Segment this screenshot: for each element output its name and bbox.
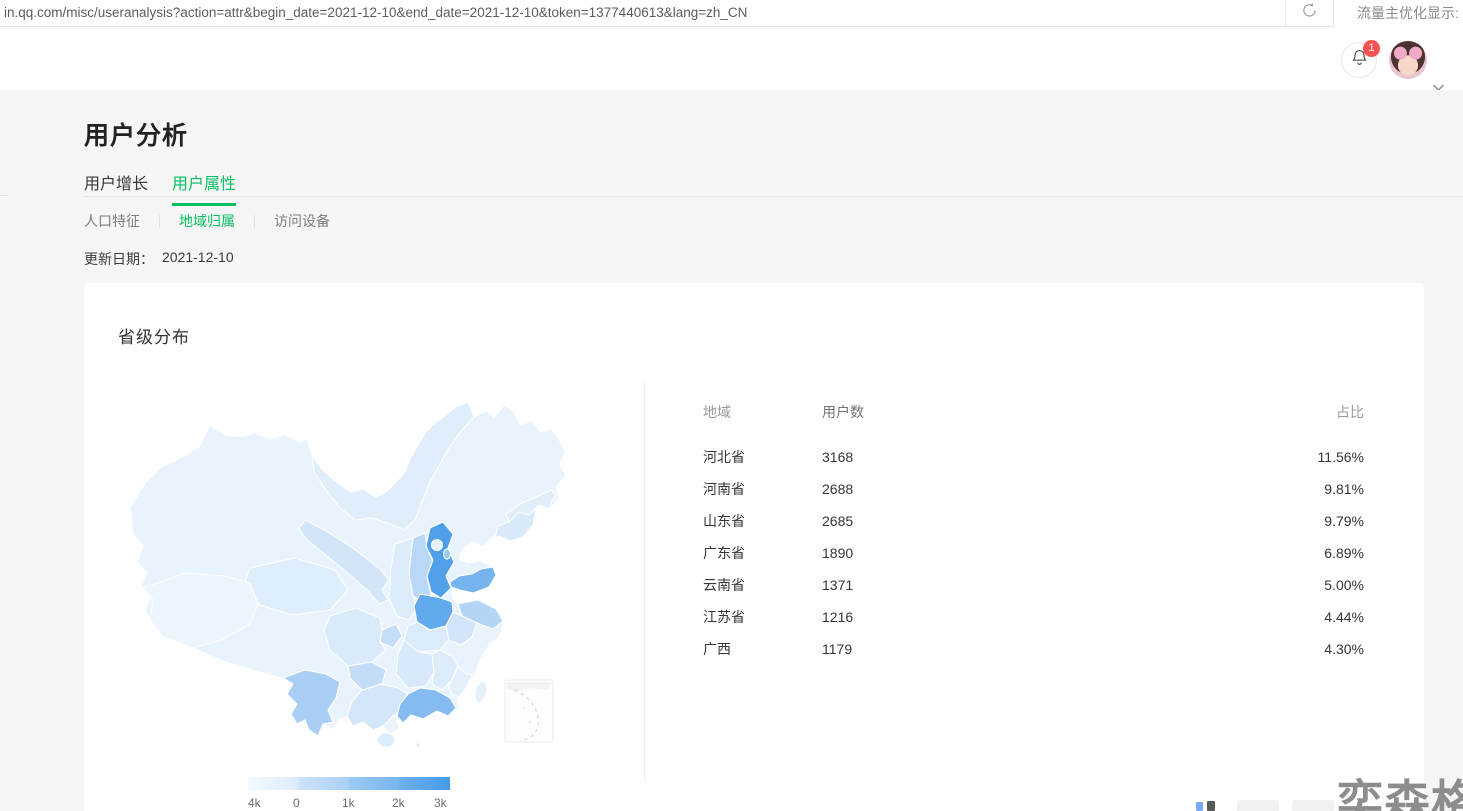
cell-share: 6.89% bbox=[1324, 545, 1364, 561]
table-header-row: 地域 用户数 占比 bbox=[703, 403, 1364, 421]
cell-users: 3168 bbox=[822, 449, 854, 465]
pagination-next-button-fragment[interactable] bbox=[1292, 800, 1334, 811]
table-row[interactable]: 云南省 1371 5.00% bbox=[703, 569, 1364, 601]
cell-region: 广东省 bbox=[703, 545, 745, 561]
refresh-icon bbox=[1301, 2, 1318, 24]
legend-tick: 4k bbox=[248, 796, 261, 810]
header-users: 用户数 bbox=[822, 404, 864, 420]
update-date-value: 2021-12-10 bbox=[162, 249, 234, 265]
watermark-text: 奕森格 bbox=[1337, 776, 1463, 811]
tab[interactable]: 用户属性 bbox=[172, 170, 237, 206]
table-row[interactable]: 广西 1179 4.30% bbox=[703, 633, 1364, 665]
table-row[interactable]: 江苏省 1216 4.44% bbox=[703, 601, 1364, 633]
update-date-label: 更新日期： bbox=[84, 251, 154, 267]
map-inset-south-china-sea bbox=[504, 679, 554, 743]
pagination-fragment-icon[interactable] bbox=[1196, 802, 1203, 811]
legend-tick: 0 bbox=[293, 796, 300, 810]
legend-tick: 1k bbox=[342, 796, 355, 810]
table-row[interactable]: 河南省 2688 9.81% bbox=[703, 473, 1364, 505]
subtab[interactable]: 人口特征 bbox=[84, 211, 140, 231]
legend-tick: 3k bbox=[434, 796, 447, 810]
url-bar[interactable]: in.qq.com/misc/useranalysis?action=attr&… bbox=[0, 0, 1334, 27]
update-date-row: 更新日期： 2021-12-10 bbox=[84, 249, 234, 269]
header-share: 占比 bbox=[1336, 404, 1364, 420]
table-body: 河北省 3168 11.56% 河南省 2688 9.81% 山东省 2685 … bbox=[703, 441, 1364, 665]
subtab[interactable]: 访问设备 bbox=[235, 211, 330, 231]
url-text[interactable]: in.qq.com/misc/useranalysis?action=attr&… bbox=[4, 0, 1234, 26]
table-row[interactable]: 河北省 3168 11.56% bbox=[703, 441, 1364, 473]
refresh-button[interactable] bbox=[1285, 0, 1333, 26]
map-hainan bbox=[376, 732, 396, 748]
header-region: 地域 bbox=[703, 404, 731, 420]
province-distribution-card: 省级分布 0 1k 2k 3k 4k 地域 用户数 占比 河北省 3168 11… bbox=[84, 283, 1424, 811]
map-taiwan bbox=[474, 680, 488, 704]
tab[interactable]: 用户增长 bbox=[84, 170, 148, 206]
notification-badge: 1 bbox=[1363, 40, 1380, 57]
tab-bar: 用户增长 用户属性 bbox=[84, 170, 237, 206]
screen: in.qq.com/misc/useranalysis?action=attr&… bbox=[0, 0, 1463, 811]
legend-tick: 2k bbox=[392, 796, 405, 810]
cell-share: 11.56% bbox=[1317, 449, 1364, 465]
chevron-down-icon[interactable] bbox=[1432, 79, 1445, 92]
map-beijing bbox=[430, 538, 444, 552]
cell-users: 1371 bbox=[822, 577, 854, 593]
map-tianjin bbox=[442, 548, 452, 560]
legend-ticks: 0 1k 2k 3k 4k bbox=[248, 796, 450, 811]
left-edge-divider-stub bbox=[0, 195, 8, 196]
table-row[interactable]: 山东省 2685 9.79% bbox=[703, 505, 1364, 537]
tabs-divider bbox=[84, 196, 1463, 197]
avatar[interactable] bbox=[1389, 41, 1427, 79]
cell-share: 5.00% bbox=[1324, 577, 1364, 593]
subtab[interactable]: 地域归属 bbox=[140, 211, 235, 231]
app-header: 1 bbox=[0, 27, 1463, 92]
card-title: 省级分布 bbox=[118, 328, 190, 347]
cell-share: 4.30% bbox=[1324, 641, 1364, 657]
china-choropleth-map[interactable] bbox=[100, 378, 650, 798]
cell-share: 4.44% bbox=[1324, 609, 1364, 625]
traffic-optimize-note[interactable]: 流量主优化显示: bbox=[1357, 0, 1459, 27]
map-islet bbox=[416, 743, 420, 747]
cell-region: 河南省 bbox=[703, 481, 745, 497]
table-row[interactable]: 广东省 1890 6.89% bbox=[703, 537, 1364, 569]
pagination-fragment-text bbox=[1207, 801, 1215, 811]
map-legend: 0 1k 2k 3k 4k bbox=[248, 777, 450, 811]
cell-users: 2685 bbox=[822, 513, 854, 529]
cell-users: 1216 bbox=[822, 609, 854, 625]
legend-gradient-bar bbox=[248, 777, 450, 790]
cell-region: 广西 bbox=[703, 641, 731, 657]
subtab-bar: 人口特征 地域归属 访问设备 bbox=[84, 211, 330, 231]
cell-share: 9.79% bbox=[1324, 513, 1364, 529]
cell-region: 河北省 bbox=[703, 449, 745, 465]
page-title: 用户分析 bbox=[84, 122, 189, 150]
cell-region: 云南省 bbox=[703, 577, 745, 593]
cell-share: 9.81% bbox=[1324, 481, 1364, 497]
cell-users: 2688 bbox=[822, 481, 854, 497]
cell-users: 1179 bbox=[822, 641, 853, 657]
cell-region: 山东省 bbox=[703, 513, 745, 529]
cell-users: 1890 bbox=[822, 545, 854, 561]
region-table: 地域 用户数 占比 河北省 3168 11.56% 河南省 2688 9.81% bbox=[703, 403, 1364, 665]
cell-region: 江苏省 bbox=[703, 609, 745, 625]
pagination-prev-button-fragment[interactable] bbox=[1237, 800, 1279, 811]
